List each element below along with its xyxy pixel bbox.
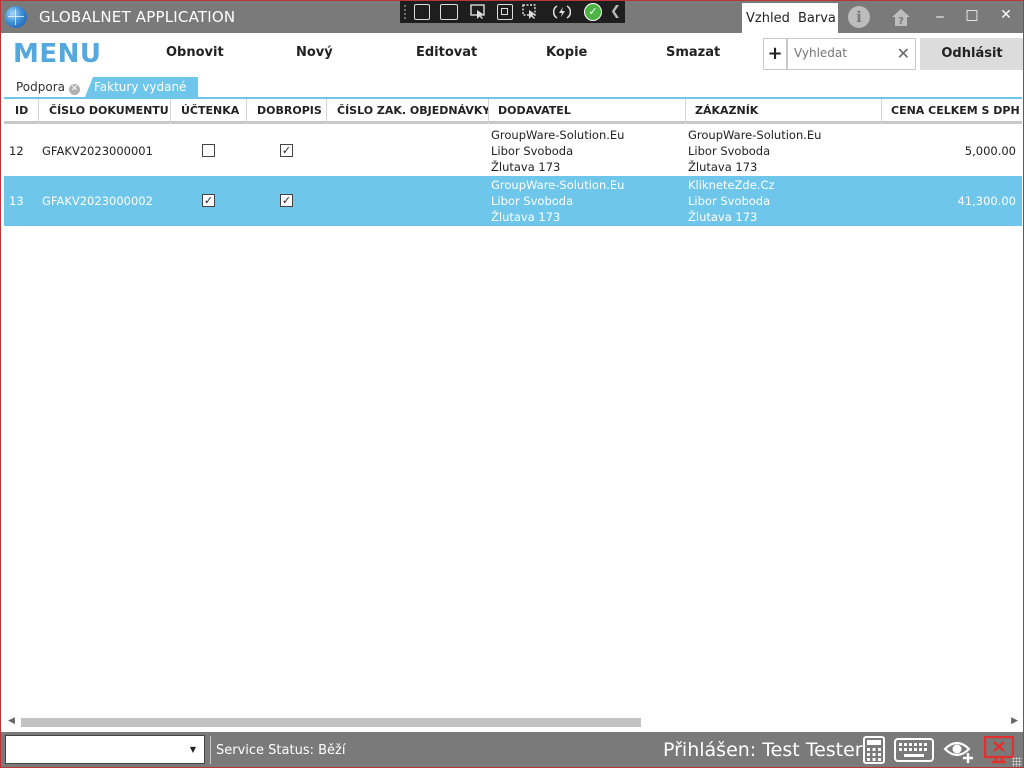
logout-button[interactable]: Odhlásit — [920, 38, 1023, 70]
status-separator — [210, 736, 211, 764]
service-status: Service Status: Běží — [216, 743, 345, 758]
doc-tab-label: Faktury vydané — [94, 80, 187, 94]
hot-reload-icon[interactable] — [552, 4, 572, 20]
close-tab-icon[interactable]: ✕ — [69, 84, 81, 95]
toolbar-grip-icon[interactable] — [403, 4, 407, 20]
collapse-toolbar-icon[interactable]: ❮ — [610, 4, 621, 19]
clear-search-icon[interactable]: ✕ — [897, 44, 910, 63]
customer-line: Žlutava 173 — [688, 210, 758, 224]
column-header-total[interactable]: CENA CELKEM S DPH — [882, 99, 1022, 124]
scroll-left-icon[interactable]: ◀ — [8, 716, 15, 726]
select-element-icon[interactable] — [414, 4, 430, 20]
supplier-line: GroupWare-Solution.Eu — [491, 128, 625, 142]
table-row-selected[interactable]: 13 GFAKV2023000002 ✓ ✓ GroupWare-Solutio… — [4, 176, 1022, 226]
frame-icon[interactable] — [497, 4, 513, 20]
element-select-icon[interactable] — [522, 4, 538, 20]
calculator-icon[interactable] — [863, 736, 885, 764]
doc-tab-label: Podpora — [16, 80, 66, 94]
pointer-select-icon[interactable] — [470, 4, 486, 20]
scrollbar-thumb[interactable] — [21, 718, 641, 727]
cell-supplier: GroupWare-Solution.Eu Libor Svoboda Žlut… — [491, 127, 624, 177]
supplier-line: Žlutava 173 — [491, 160, 561, 174]
edit-button[interactable]: Editovat — [416, 45, 477, 60]
customer-line: GroupWare-Solution.Eu — [688, 128, 822, 142]
cell-total: 41,300.00 — [957, 194, 1016, 208]
add-search-button[interactable]: + — [763, 38, 787, 70]
horizontal-scrollbar[interactable]: ◀ ▶ — [4, 715, 1022, 729]
new-button[interactable]: Nový — [296, 45, 333, 60]
remote-desktop-icon[interactable] — [983, 735, 1015, 764]
customer-line: Žlutava 173 — [688, 160, 758, 174]
supplier-line: Libor Svoboda — [491, 194, 574, 208]
cell-id: 12 — [9, 144, 24, 158]
column-header-customer[interactable]: ZÁKAZNÍK — [686, 99, 882, 124]
status-combo[interactable]: ▼ — [5, 735, 205, 764]
close-button[interactable]: ✕ — [996, 7, 1016, 23]
column-header-id[interactable]: ID — [4, 99, 39, 124]
uctenka-checkbox[interactable]: ✓ — [202, 194, 215, 207]
cell-customer: KlikneteZde.Cz Libor Svoboda Žlutava 173 — [688, 177, 775, 227]
app-title: GLOBALNET APPLICATION — [39, 8, 236, 26]
status-bar: ▼ Service Status: Běží Přihlášen: Test T… — [1, 732, 1023, 767]
supplier-line: GroupWare-Solution.Eu — [491, 178, 625, 192]
column-header-uctenka[interactable]: ÚČTENKA — [171, 99, 247, 124]
cell-supplier: GroupWare-Solution.Eu Libor Svoboda Žlut… — [491, 177, 624, 227]
supplier-line: Libor Svoboda — [491, 144, 574, 158]
column-header-dobropis[interactable]: DOBROPIS — [247, 99, 327, 124]
home-question-icon[interactable]: ? — [890, 6, 912, 28]
chevron-down-icon[interactable]: ▼ — [190, 745, 196, 754]
refresh-button[interactable]: Obnovit — [166, 45, 224, 60]
video-icon[interactable] — [440, 4, 458, 20]
title-bar[interactable]: GLOBALNET APPLICATION ✓ ❮ Vzhled Barva i — [1, 1, 1023, 33]
tab-vzhled[interactable]: Vzhled — [746, 11, 790, 26]
column-header-doc-number[interactable]: ČÍSLO DOKUMENTU — [39, 99, 171, 124]
maximize-button[interactable]: □ — [962, 7, 982, 23]
column-header-supplier[interactable]: DODAVATEL — [489, 99, 686, 124]
copy-button[interactable]: Kopie — [546, 45, 587, 60]
column-header-order-number[interactable]: ČÍSLO ZAK. OBJEDNÁVKY — [327, 99, 489, 124]
check-status-icon[interactable]: ✓ — [584, 3, 602, 21]
menu-label[interactable]: MENU — [13, 39, 102, 69]
service-status-label: Service Status: — [216, 743, 314, 758]
grid-header: ID ČÍSLO DOKUMENTU ÚČTENKA DOBROPIS ČÍSL… — [4, 99, 1022, 124]
supplier-line: Žlutava 173 — [491, 210, 561, 224]
cell-customer: GroupWare-Solution.Eu Libor Svoboda Žlut… — [688, 127, 821, 177]
delete-button[interactable]: Smazat — [666, 45, 720, 60]
cell-total: 5,000.00 — [964, 144, 1016, 158]
globe-logo-icon — [5, 6, 27, 28]
service-status-value: Běží — [318, 743, 346, 758]
dobropis-checkbox[interactable]: ✓ — [280, 144, 293, 157]
minimize-button[interactable]: ‒ — [930, 9, 950, 25]
tab-barva[interactable]: Barva — [798, 11, 836, 26]
scroll-right-icon[interactable]: ▶ — [1011, 716, 1018, 726]
keyboard-icon[interactable] — [894, 736, 934, 764]
eye-add-icon[interactable] — [943, 736, 975, 764]
customer-line: Libor Svoboda — [688, 194, 771, 208]
table-row[interactable]: 12 GFAKV2023000001 ✓ GroupWare-Solution.… — [4, 126, 1022, 176]
doc-tab-podpora[interactable]: Podpora ✕ — [16, 77, 81, 97]
customer-line: Libor Svoboda — [688, 144, 771, 158]
doc-tab-faktury-vydane[interactable]: Faktury vydané✕ — [85, 77, 198, 97]
info-icon[interactable]: i — [848, 6, 870, 28]
cell-doc-number: GFAKV2023000002 — [42, 194, 153, 208]
cell-id: 13 — [9, 194, 24, 208]
customer-line: KlikneteZde.Cz — [688, 178, 775, 192]
appearance-tabs: Vzhled Barva — [742, 3, 838, 33]
dobropis-checkbox[interactable]: ✓ — [280, 194, 293, 207]
resize-grip-icon[interactable] — [1012, 757, 1022, 767]
uctenka-checkbox[interactable] — [202, 144, 215, 157]
search-input[interactable] — [794, 46, 886, 60]
logged-in-user: Přihlášen: Test Tester — [663, 739, 863, 761]
app-window: GLOBALNET APPLICATION ✓ ❮ Vzhled Barva i — [0, 0, 1024, 768]
cell-doc-number: GFAKV2023000001 — [42, 144, 153, 158]
svg-text:?: ? — [898, 16, 904, 27]
search-box: ✕ — [787, 38, 916, 70]
